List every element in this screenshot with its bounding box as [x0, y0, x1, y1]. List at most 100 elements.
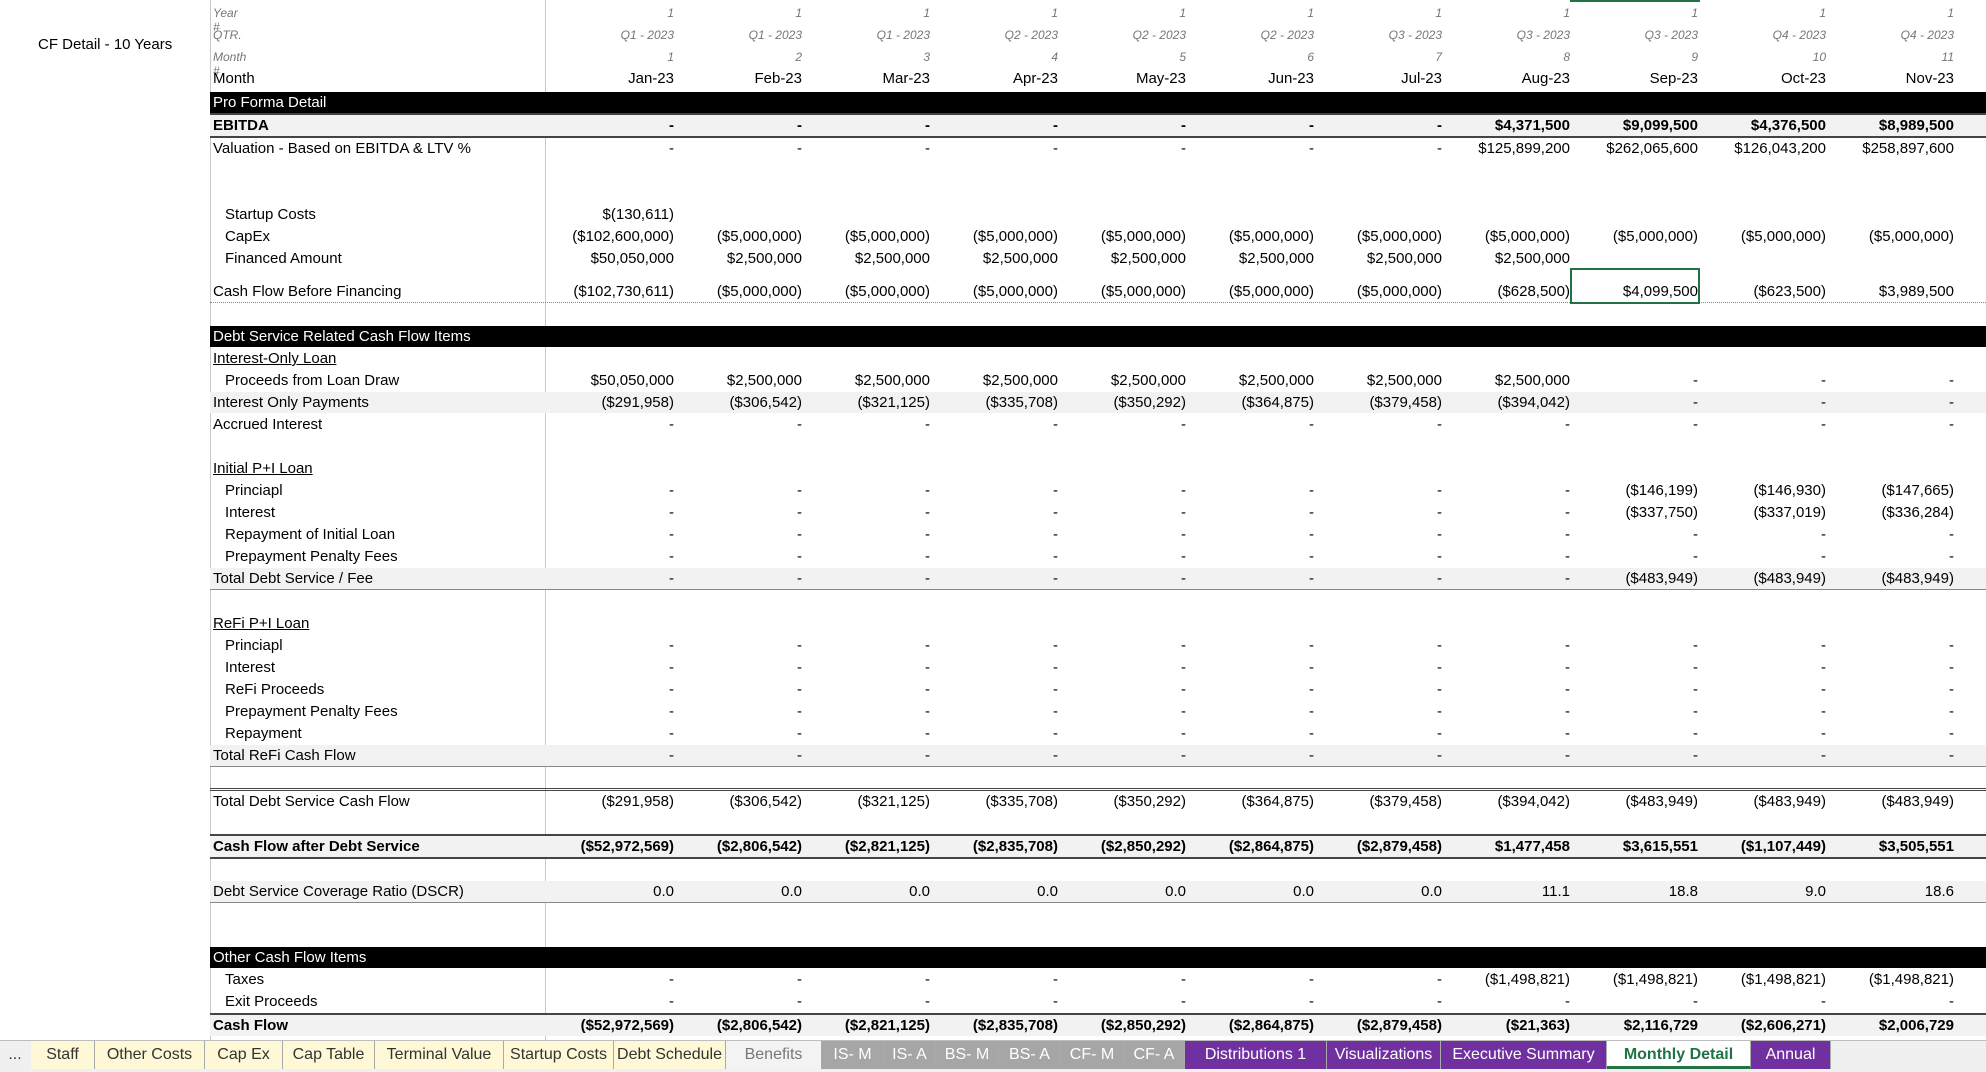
cell-capex[interactable]: ($5,000,000) — [1441, 228, 1570, 245]
cell-dscr[interactable]: 0.0 — [1185, 883, 1314, 900]
cell-total_ds[interactable]: ($483,949) — [1825, 570, 1954, 587]
cell-init_repay[interactable]: - — [1441, 526, 1570, 543]
cell-cfbf[interactable]: ($628,500) — [1441, 283, 1570, 300]
sheet-tab-cf-m[interactable]: CF- M — [1061, 1041, 1124, 1069]
cell-refi_repay[interactable]: - — [1057, 725, 1186, 742]
cell-refi_penalty[interactable]: - — [1697, 703, 1826, 720]
header-cell-qtrs[interactable]: Q3 - 2023 — [1569, 28, 1698, 42]
cell-valuation[interactable]: - — [801, 140, 930, 157]
row-label[interactable]: Proceeds from Loan Draw — [225, 372, 399, 389]
cell-capex[interactable]: ($5,000,000) — [1697, 228, 1826, 245]
cell-cfads[interactable]: ($1,107,449) — [1697, 838, 1826, 855]
cell-startup[interactable]: $(130,611) — [545, 206, 674, 223]
cell-total_ds[interactable]: - — [545, 570, 674, 587]
cell-cfbf[interactable]: $4,099,500 — [1569, 283, 1698, 300]
cell-init_principal[interactable]: - — [1185, 482, 1314, 499]
cell-total_refi[interactable]: - — [1825, 747, 1954, 764]
cell-total_refi[interactable]: - — [1057, 747, 1186, 764]
cell-init_interest[interactable]: - — [1313, 504, 1442, 521]
cell-total_refi[interactable]: - — [1697, 747, 1826, 764]
row-label[interactable]: Total Debt Service Cash Flow — [213, 793, 410, 810]
cell-refi_interest[interactable]: - — [801, 659, 930, 676]
header-cell-qtrs[interactable]: Q4 - 2023 — [1825, 28, 1954, 42]
row-label[interactable]: ReFi Proceeds — [225, 681, 324, 698]
cell-refi_repay[interactable]: - — [1569, 725, 1698, 742]
cell-taxes[interactable]: ($1,498,821) — [1569, 971, 1698, 988]
cell-cashflow[interactable]: ($2,821,125) — [801, 1017, 930, 1034]
cell-accrued[interactable]: - — [1441, 416, 1570, 433]
cell-exit[interactable]: - — [801, 993, 930, 1010]
sheet-tab-cf-a[interactable]: CF- A — [1124, 1041, 1185, 1069]
cell-refi_proceeds[interactable]: - — [673, 681, 802, 698]
cell-cashflow[interactable]: ($2,850,292) — [1057, 1017, 1186, 1034]
cell-ebitda[interactable]: - — [801, 117, 930, 134]
cell-exit[interactable]: - — [545, 993, 674, 1010]
cell-total_refi[interactable]: - — [929, 747, 1058, 764]
header-cell-years[interactable]: 1 — [1569, 6, 1698, 20]
row-label[interactable]: Princiapl — [225, 637, 283, 654]
cell-cfbf[interactable]: ($5,000,000) — [673, 283, 802, 300]
cell-total_dscf[interactable]: ($483,949) — [1825, 793, 1954, 810]
cell-cfads[interactable]: ($52,972,569) — [545, 838, 674, 855]
row-label[interactable]: Interest — [225, 504, 275, 521]
row-label[interactable]: CapEx — [225, 228, 270, 245]
cell-init_penalty[interactable]: - — [673, 548, 802, 565]
header-cell-qtrs[interactable]: Q3 - 2023 — [1313, 28, 1442, 42]
header-cell-month_nums[interactable]: 9 — [1569, 50, 1698, 64]
cell-init_penalty[interactable]: - — [1569, 548, 1698, 565]
cell-init_principal[interactable]: - — [929, 482, 1058, 499]
spreadsheet-grid[interactable]: CF Detail - 10 Years Year # 11111111111 … — [0, 0, 1986, 1040]
cell-cfads[interactable]: $3,505,551 — [1825, 838, 1954, 855]
header-cell-years[interactable]: 1 — [1185, 6, 1314, 20]
cell-proceeds[interactable]: $2,500,000 — [1185, 372, 1314, 389]
cell-financed[interactable]: $2,500,000 — [673, 250, 802, 267]
cell-capex[interactable]: ($5,000,000) — [1313, 228, 1442, 245]
cell-taxes[interactable]: - — [929, 971, 1058, 988]
cell-dscr[interactable]: 0.0 — [801, 883, 930, 900]
sheet-tab-debt-schedule[interactable]: Debt Schedule — [614, 1041, 726, 1069]
cell-refi_penalty[interactable]: - — [1825, 703, 1954, 720]
cell-refi_proceeds[interactable]: - — [1569, 681, 1698, 698]
cell-total_refi[interactable]: - — [1185, 747, 1314, 764]
cell-ebitda[interactable]: - — [673, 117, 802, 134]
cell-init_interest[interactable]: - — [929, 504, 1058, 521]
row-label[interactable]: Cash Flow — [213, 1017, 288, 1034]
cell-init_principal[interactable]: - — [1313, 482, 1442, 499]
cell-refi_principal[interactable]: - — [1697, 637, 1826, 654]
cell-total_ds[interactable]: - — [1185, 570, 1314, 587]
cell-cfbf[interactable]: ($5,000,000) — [929, 283, 1058, 300]
sheet-tab-monthly-detail[interactable]: Monthly Detail — [1607, 1041, 1751, 1069]
row-label[interactable]: Taxes — [225, 971, 264, 988]
cell-refi_proceeds[interactable]: - — [1441, 681, 1570, 698]
cell-refi_penalty[interactable]: - — [1569, 703, 1698, 720]
cell-accrued[interactable]: - — [1825, 416, 1954, 433]
header-cell-month_nums[interactable]: 3 — [801, 50, 930, 64]
cell-init_repay[interactable]: - — [673, 526, 802, 543]
cell-refi_principal[interactable]: - — [1441, 637, 1570, 654]
cell-init_repay[interactable]: - — [1185, 526, 1314, 543]
cell-init_repay[interactable]: - — [1697, 526, 1826, 543]
cell-taxes[interactable]: - — [1057, 971, 1186, 988]
cell-refi_proceeds[interactable]: - — [1825, 681, 1954, 698]
cell-accrued[interactable]: - — [1057, 416, 1186, 433]
cell-refi_repay[interactable]: - — [1441, 725, 1570, 742]
cell-cfads[interactable]: ($2,806,542) — [673, 838, 802, 855]
cell-init_principal[interactable]: ($146,930) — [1697, 482, 1826, 499]
header-cell-qtrs[interactable]: Q2 - 2023 — [1185, 28, 1314, 42]
cell-refi_penalty[interactable]: - — [1441, 703, 1570, 720]
cell-refi_proceeds[interactable]: - — [1313, 681, 1442, 698]
cell-ebitda[interactable]: - — [1185, 117, 1314, 134]
cell-proceeds[interactable]: - — [1825, 372, 1954, 389]
cell-init_interest[interactable]: ($337,019) — [1697, 504, 1826, 521]
cell-capex[interactable]: ($5,000,000) — [801, 228, 930, 245]
cell-exit[interactable]: - — [673, 993, 802, 1010]
sheet-tab-is-a[interactable]: IS- A — [884, 1041, 936, 1069]
row-label[interactable]: Interest — [225, 659, 275, 676]
cell-exit[interactable]: - — [1313, 993, 1442, 1010]
cell-financed[interactable]: $2,500,000 — [1185, 250, 1314, 267]
cell-io_payments[interactable]: - — [1569, 394, 1698, 411]
row-label[interactable]: Total ReFi Cash Flow — [213, 747, 356, 764]
cell-refi_interest[interactable]: - — [673, 659, 802, 676]
header-cell-qtrs[interactable]: Q2 - 2023 — [1057, 28, 1186, 42]
cell-init_principal[interactable]: - — [1441, 482, 1570, 499]
